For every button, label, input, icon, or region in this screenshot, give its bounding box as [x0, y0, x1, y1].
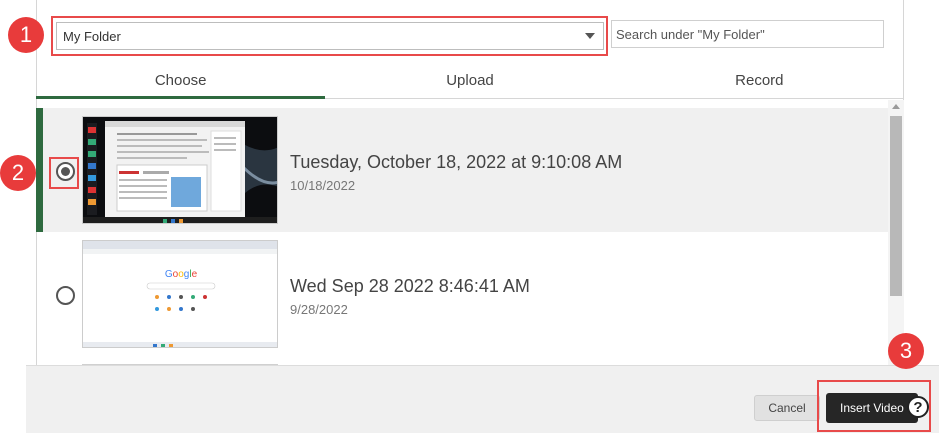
video-date: 9/28/2022 — [290, 302, 348, 317]
callout-badge-2: 2 — [0, 155, 36, 191]
video-date: 10/18/2022 — [290, 178, 356, 193]
video-row[interactable]: Tuesday, October 18, 2022 at 9:10:08 AM … — [36, 108, 888, 232]
tab-record[interactable]: Record — [615, 62, 904, 98]
insert-video-dialog: My Folder Choose Upload Record — [0, 0, 939, 433]
search-input[interactable] — [611, 20, 884, 48]
video-list: Tuesday, October 18, 2022 at 9:10:08 AM … — [36, 108, 888, 365]
callout-highlight-insert — [817, 380, 931, 432]
video-thumbnail-desktop — [82, 116, 278, 224]
tab-choose[interactable]: Choose — [36, 62, 326, 99]
tab-bar: Choose Upload Record — [36, 62, 904, 99]
callout-highlight-folder — [51, 16, 608, 56]
scroll-up-arrow-icon[interactable] — [892, 104, 900, 109]
svg-text:Google: Google — [165, 269, 198, 280]
video-thumbnail-browser: Google — [82, 240, 278, 348]
video-row[interactable]: Google Wed Sep 28 2022 8:46:41 AM 9/28/2… — [36, 232, 888, 356]
video-radio[interactable] — [56, 286, 75, 305]
list-scrollbar[interactable] — [888, 100, 904, 365]
callout-highlight-radio — [49, 157, 79, 189]
callout-badge-3: 3 — [888, 333, 924, 369]
video-title: Wed Sep 28 2022 8:46:41 AM — [290, 276, 530, 296]
tab-upload[interactable]: Upload — [325, 62, 614, 98]
scrollbar-thumb[interactable] — [890, 116, 902, 296]
cancel-button[interactable]: Cancel — [754, 395, 820, 421]
callout-badge-1: 1 — [8, 17, 44, 53]
video-title: Tuesday, October 18, 2022 at 9:10:08 AM — [290, 152, 623, 172]
